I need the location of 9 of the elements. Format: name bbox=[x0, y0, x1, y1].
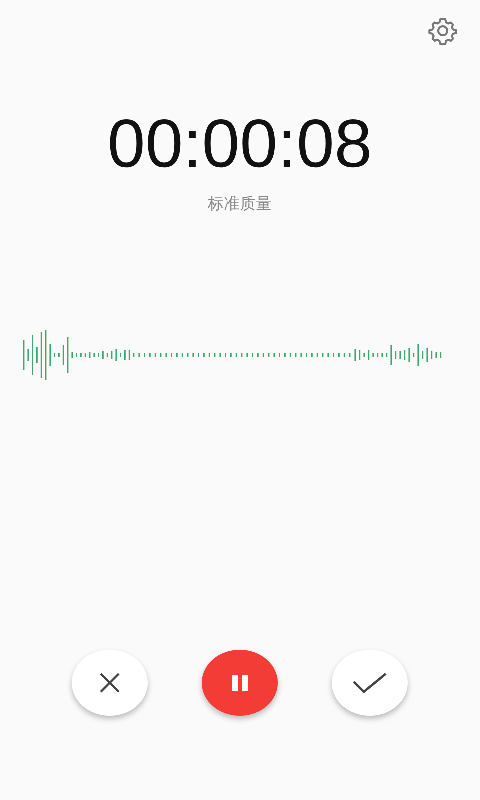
quality-label: 标准质量 bbox=[208, 194, 272, 215]
settings-icon[interactable] bbox=[428, 16, 458, 46]
save-button[interactable] bbox=[332, 650, 408, 716]
timer: 00:00:08 bbox=[108, 106, 372, 182]
close-icon bbox=[98, 671, 122, 695]
pause-button[interactable] bbox=[202, 650, 278, 716]
pause-icon bbox=[230, 673, 250, 693]
cancel-button[interactable] bbox=[72, 650, 148, 716]
check-icon bbox=[352, 672, 388, 694]
